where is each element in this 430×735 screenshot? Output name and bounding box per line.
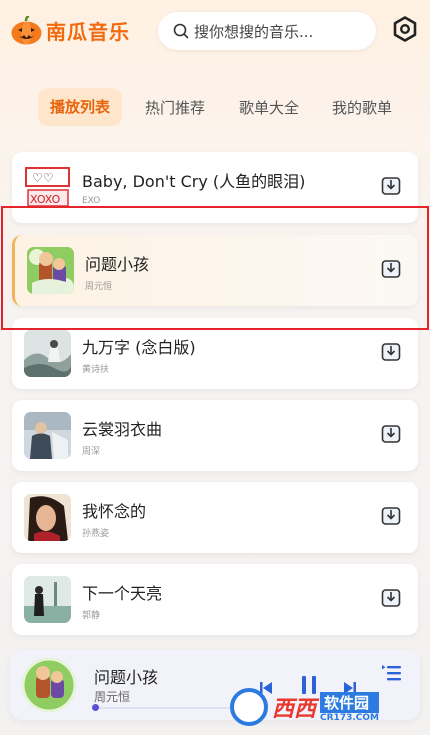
settings-hexagon-icon[interactable] — [392, 16, 418, 42]
download-icon[interactable] — [380, 175, 402, 197]
album-cover — [24, 412, 71, 459]
download-icon[interactable] — [380, 587, 402, 609]
song-title: 下一个天亮 — [82, 584, 163, 603]
album-cover — [24, 576, 71, 623]
app-logo: 南瓜音乐 — [11, 16, 130, 45]
song-title: 九万字 (念白版) — [82, 338, 196, 357]
player-album-cover[interactable] — [22, 658, 76, 712]
download-icon[interactable] — [380, 341, 402, 363]
svg-text:♡♡: ♡♡ — [32, 171, 54, 185]
pumpkin-logo-icon — [11, 16, 42, 45]
tab-hot-recommend[interactable]: 热门推荐 — [145, 97, 205, 118]
watermark-brand: 西西 — [272, 697, 317, 722]
album-cover — [24, 494, 71, 541]
tab-playlist-collection[interactable]: 歌单大全 — [239, 97, 299, 118]
svg-text:XOXO: XOXO — [30, 193, 61, 206]
watermark: 西西 软件园 CR173.COM — [230, 686, 420, 728]
song-title: 我怀念的 — [82, 502, 147, 521]
app-header: 南瓜音乐 搜你想搜的音乐... — [0, 0, 430, 62]
song-item[interactable]: 下一个天亮 郭静 — [12, 564, 418, 635]
download-icon[interactable] — [380, 505, 402, 527]
now-playing-artist: 周元恒 — [94, 690, 131, 704]
watermark-url: CR173.COM — [320, 712, 379, 723]
song-artist: 周深 — [82, 447, 101, 457]
song-artist: EXO — [82, 196, 101, 206]
download-icon[interactable] — [380, 423, 402, 445]
progress-handle[interactable] — [92, 704, 99, 711]
search-icon — [173, 23, 189, 39]
search-bar[interactable]: 搜你想搜的音乐... — [158, 12, 376, 50]
watermark-label: 软件园 — [320, 691, 379, 713]
song-artist: 孙燕姿 — [82, 529, 110, 539]
download-icon[interactable] — [380, 258, 402, 280]
watermark-logo-icon — [230, 688, 268, 726]
song-artist: 黄诗扶 — [82, 365, 110, 375]
song-artist: 郭静 — [82, 611, 101, 621]
song-item[interactable]: 我怀念的 孙燕姿 — [12, 482, 418, 553]
tab-playlist[interactable]: 播放列表 — [38, 88, 123, 126]
album-cover — [24, 330, 71, 377]
song-title: 云裳羽衣曲 — [82, 420, 163, 439]
song-item[interactable]: 九万字 (念白版) 黄诗扶 — [12, 318, 418, 389]
album-cover: ♡♡ XOXO — [24, 164, 71, 211]
song-title: Baby, Don't Cry (人鱼的眼泪) — [82, 172, 306, 191]
song-item[interactable]: ♡♡ XOXO Baby, Don't Cry (人鱼的眼泪) EXO — [12, 152, 418, 223]
song-item[interactable]: 云裳羽衣曲 周深 — [12, 400, 418, 471]
song-artist: 周元恒 — [85, 282, 113, 292]
tab-my-playlist[interactable]: 我的歌单 — [332, 97, 392, 118]
song-title: 问题小孩 — [85, 255, 150, 274]
now-playing-title: 问题小孩 — [94, 668, 159, 687]
app-name: 南瓜音乐 — [46, 20, 130, 44]
tab-bar: 播放列表 热门推荐 歌单大全 我的歌单 — [0, 88, 430, 128]
playlist-icon[interactable] — [382, 664, 402, 682]
song-item-active[interactable]: 问题小孩 周元恒 — [12, 235, 418, 306]
search-placeholder: 搜你想搜的音乐... — [194, 22, 314, 41]
album-cover — [27, 247, 74, 294]
